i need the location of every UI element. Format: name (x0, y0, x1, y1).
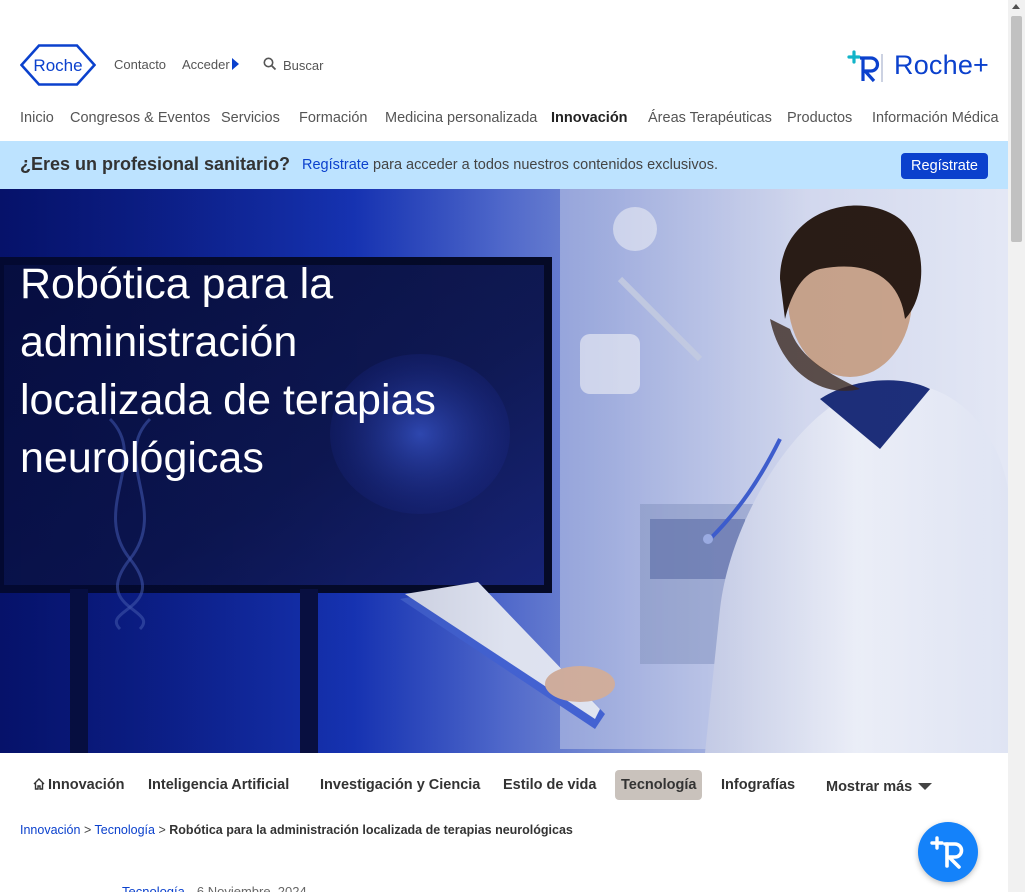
tab-innovacion[interactable]: Innovación (27, 770, 131, 800)
page: Roche Contacto Acceder Buscar Roche+ Ini… (0, 0, 1008, 892)
roche-plus-chat-icon (930, 836, 964, 869)
nav-item-formacion[interactable]: Formación (299, 110, 368, 126)
nav-item-congresos[interactable]: Congresos & Eventos (70, 110, 210, 126)
home-icon (33, 778, 45, 790)
roche-plus-chat-button[interactable] (918, 822, 978, 882)
tab-label: Innovación (48, 777, 125, 793)
login-link[interactable]: Acceder (182, 57, 230, 72)
caret-down-icon (918, 783, 933, 790)
nav-item-servicios[interactable]: Servicios (221, 110, 280, 126)
section-tabs: Innovación Inteligencia Artificial Inves… (0, 770, 1008, 802)
breadcrumb-link-tecnologia[interactable]: Tecnología (95, 823, 155, 837)
register-banner: ¿Eres un profesional sanitario? Regístra… (0, 141, 1008, 189)
nav-item-informacion-medica[interactable]: Información Médica (872, 110, 999, 126)
tab-investigacion-ciencia[interactable]: Investigación y Ciencia (314, 770, 486, 800)
caret-right-icon (232, 58, 239, 70)
page-scrollbar[interactable] (1008, 0, 1025, 892)
nav-item-medicina-personalizada[interactable]: Medicina personalizada (385, 110, 537, 126)
roche-plus-wordmark[interactable]: Roche+ (894, 50, 989, 81)
search-icon[interactable] (263, 57, 277, 71)
roche-logo[interactable]: Roche (20, 44, 96, 86)
tab-estilo-de-vida[interactable]: Estilo de vida (497, 770, 602, 800)
breadcrumb: Innovación > Tecnología > Robótica para … (20, 823, 573, 837)
breadcrumb-link-innovacion[interactable]: Innovación (20, 823, 80, 837)
tab-tecnologia[interactable]: Tecnología (615, 770, 703, 800)
show-more-button[interactable]: Mostrar más (820, 772, 938, 802)
article-date: 6 Noviembre, 2024 (196, 884, 307, 892)
banner-register-link[interactable]: Regístrate (302, 157, 369, 173)
contact-link[interactable]: Contacto (114, 57, 166, 72)
breadcrumb-separator: > (158, 823, 166, 837)
breadcrumb-current: Robótica para la administración localiza… (169, 823, 573, 837)
register-button[interactable]: Regístrate (901, 153, 988, 179)
hero: Robótica para la administración localiza… (0, 189, 1008, 753)
scroll-up-icon[interactable] (1012, 4, 1020, 9)
tab-inteligencia-artificial[interactable]: Inteligencia Artificial (142, 770, 295, 800)
article-category-link[interactable]: Tecnología (122, 884, 185, 892)
nav-item-inicio[interactable]: Inicio (20, 110, 54, 126)
show-more-label: Mostrar más (826, 779, 913, 795)
nav-item-areas-terapeuticas[interactable]: Áreas Terapéuticas (648, 110, 772, 126)
roche-logo-text: Roche (33, 56, 82, 75)
site-header: Roche Contacto Acceder Buscar Roche+ Ini… (0, 0, 1008, 126)
roche-plus-logo-icon[interactable] (846, 48, 886, 84)
hero-title: Robótica para la administración localiza… (20, 260, 436, 482)
breadcrumb-separator: > (83, 823, 92, 837)
nav-item-innovacion[interactable]: Innovación (551, 110, 628, 126)
nav-item-productos[interactable]: Productos (787, 110, 852, 126)
scrollbar-thumb[interactable] (1011, 16, 1022, 242)
banner-question: ¿Eres un profesional sanitario? (20, 154, 291, 174)
banner-text: para acceder a todos nuestros contenidos… (373, 157, 718, 173)
tab-infografias[interactable]: Infografías (715, 770, 801, 800)
search-input[interactable]: Buscar (283, 58, 323, 73)
article-meta: Tecnología 6 Noviembre, 2024 (122, 884, 307, 892)
